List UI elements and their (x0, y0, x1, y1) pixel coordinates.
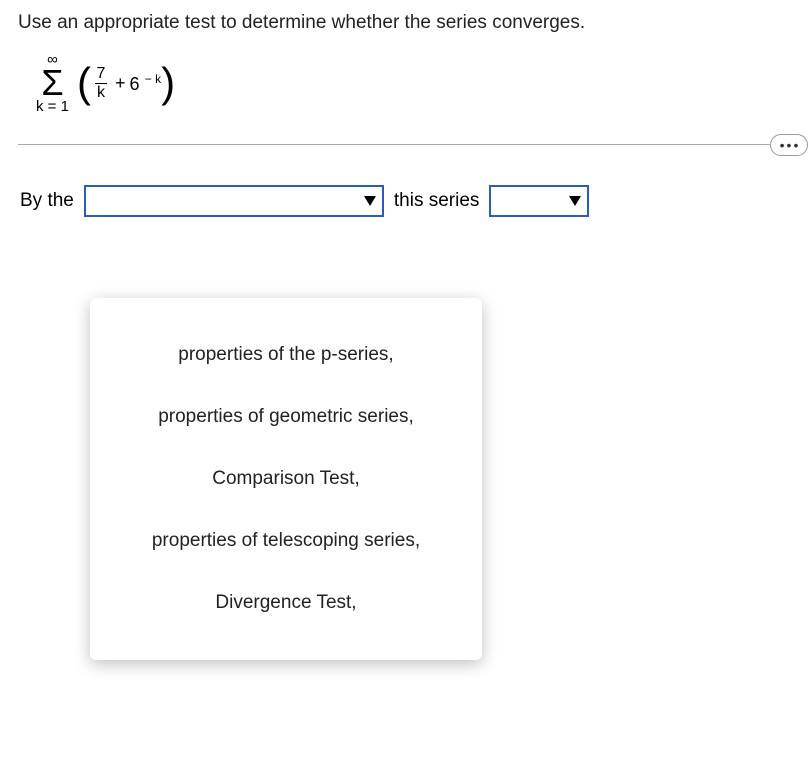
answer-sentence: By the this series (20, 185, 790, 217)
fraction: 7 k (95, 65, 107, 101)
left-paren: ( (77, 66, 91, 100)
denominator: k (95, 83, 107, 102)
dropdown-option[interactable]: Divergence Test, (90, 572, 482, 634)
ellipsis-icon: ••• (780, 137, 801, 153)
base: 6 (129, 74, 139, 94)
summand: ( 7 k + 6 − k ) (77, 65, 175, 101)
dropdown-option[interactable]: Comparison Test, (90, 448, 482, 510)
series-expression: ∞ Σ k = 1 ( 7 k + 6 − k ) (36, 52, 790, 114)
chevron-down-icon (569, 196, 581, 206)
sigma-symbol: Σ (41, 67, 63, 99)
dropdown-option[interactable]: properties of the p-series, (90, 324, 482, 386)
numerator: 7 (96, 65, 105, 83)
chevron-down-icon (364, 196, 376, 206)
plus-sign: + (115, 73, 126, 94)
dropdown-options-panel: properties of the p-series, properties o… (90, 298, 482, 660)
exponential-term: 6 − k (129, 72, 161, 95)
text-by-the: By the (20, 190, 74, 212)
sigma-notation: ∞ Σ k = 1 (36, 52, 69, 114)
sum-lower-limit: k = 1 (36, 99, 69, 114)
question-text: Use an appropriate test to determine whe… (18, 12, 790, 34)
result-dropdown[interactable] (489, 185, 589, 217)
divider: ••• (18, 144, 790, 145)
dropdown-option[interactable]: properties of telescoping series, (90, 510, 482, 572)
test-dropdown[interactable] (84, 185, 384, 217)
exponent: − k (141, 72, 161, 86)
right-paren: ) (161, 66, 175, 100)
dropdown-option[interactable]: properties of geometric series, (90, 386, 482, 448)
text-this-series: this series (394, 190, 480, 212)
more-options-button[interactable]: ••• (770, 134, 808, 156)
